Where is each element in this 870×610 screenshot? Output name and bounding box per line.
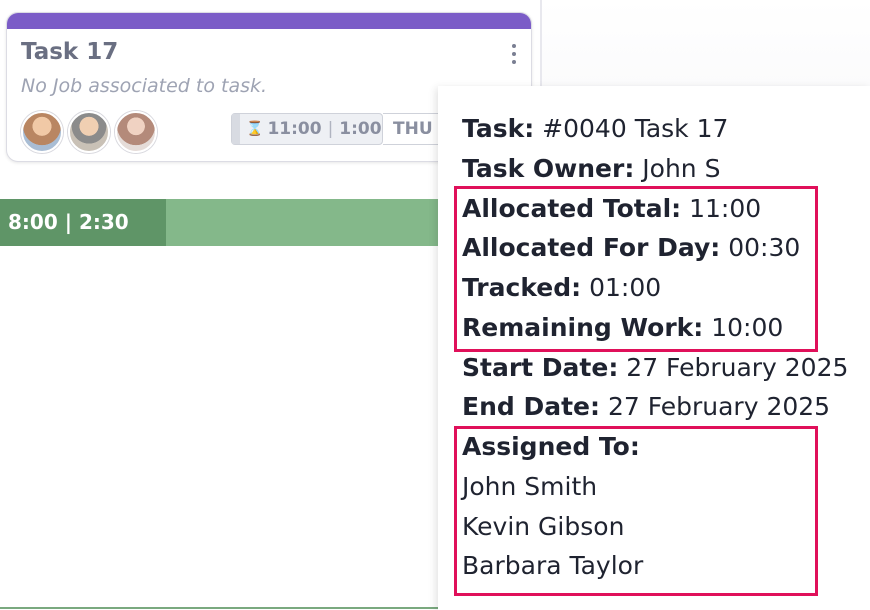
day-label: THU — [393, 119, 433, 139]
tooltip-assignee: Kevin Gibson — [462, 512, 625, 541]
badge-edge — [232, 114, 240, 144]
row-bottom-line — [0, 607, 440, 609]
avatar[interactable] — [115, 111, 157, 153]
day-capacity-bar[interactable]: 8:00 | 2:30 — [0, 199, 440, 246]
more-options-button[interactable] — [503, 39, 525, 69]
tooltip-allocated-day: Allocated For Day: 00:30 — [462, 233, 801, 262]
tooltip-end-date: End Date: 27 February 2025 — [462, 392, 831, 421]
tooltip-assigned-label: Assigned To: — [462, 432, 640, 461]
empty-cell — [542, 0, 870, 86]
kebab-icon — [512, 60, 516, 64]
time-allocation-badge: ⌛ 11:00 | 1:00 — [231, 113, 383, 145]
avatar[interactable] — [68, 111, 110, 153]
tooltip-owner: Task Owner: John S — [462, 154, 721, 183]
task-title: Task 17 — [21, 39, 119, 65]
avatar[interactable] — [21, 111, 63, 153]
time-allocated: 11:00 — [267, 119, 322, 139]
tooltip-remaining: Remaining Work: 10:00 — [462, 313, 784, 342]
tooltip-assignee: Barbara Taylor — [462, 551, 644, 580]
hourglass-icon: ⌛ — [246, 121, 264, 137]
tooltip-start-date: Start Date: 27 February 2025 — [462, 353, 849, 382]
time-separator: | — [327, 119, 334, 139]
kebab-icon — [512, 44, 516, 48]
tooltip-tracked: Tracked: 01:00 — [462, 273, 662, 302]
kebab-icon — [512, 52, 516, 56]
time-tracked: 1:00 — [339, 119, 382, 139]
task-color-bar — [7, 13, 531, 29]
task-job-text: No Job associated to task. — [21, 75, 268, 97]
tooltip-allocated-total: Allocated Total: 11:00 — [462, 194, 762, 223]
tooltip-assignee: John Smith — [462, 472, 598, 501]
capacity-label: 8:00 | 2:30 — [8, 210, 129, 234]
task-details-tooltip: Task: #0040 Task 17 Task Owner: John S A… — [438, 86, 870, 610]
tooltip-task: Task: #0040 Task 17 — [462, 114, 729, 143]
